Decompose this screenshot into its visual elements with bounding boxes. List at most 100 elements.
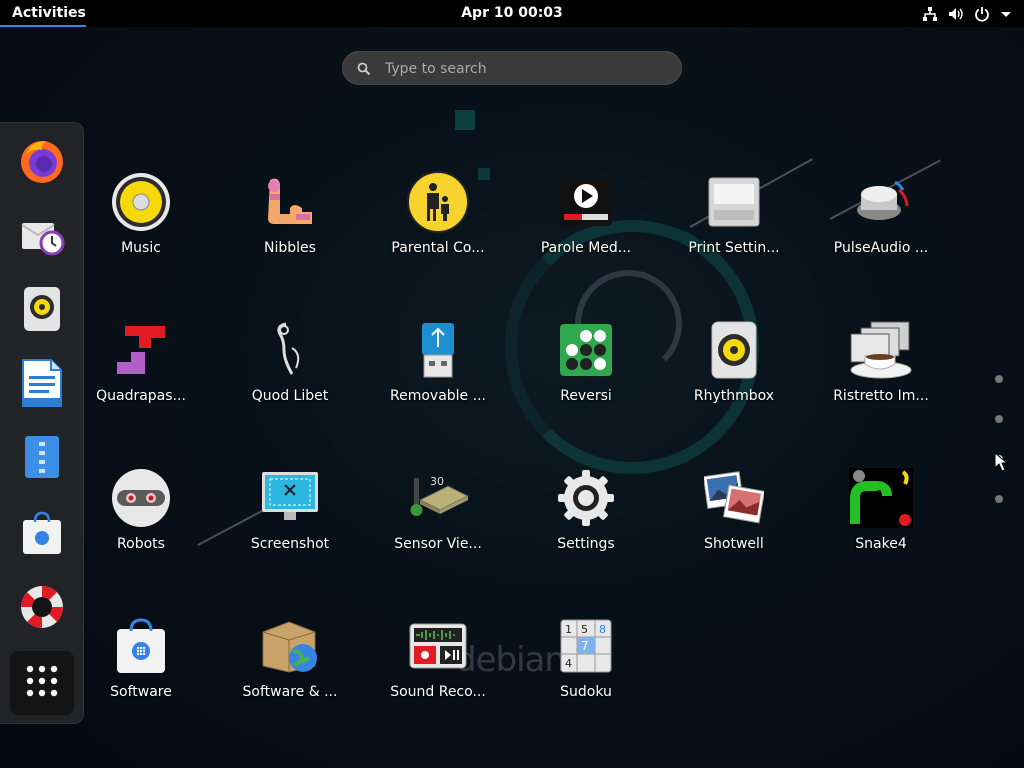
app-label: Music	[121, 240, 161, 256]
volume-icon	[948, 6, 964, 22]
app-sound-recorder[interactable]: Sound Reco...	[368, 614, 508, 744]
nibbles-icon	[258, 170, 322, 234]
dash-item-software[interactable]	[16, 509, 68, 561]
app-label: Rhythmbox	[693, 388, 775, 404]
app-screenshot[interactable]: Screenshot	[220, 466, 360, 596]
app-sensor-viewer[interactable]: 30 Sensor Vie...	[368, 466, 508, 596]
page-indicator-2[interactable]	[995, 415, 1003, 423]
quadrapassel-icon	[109, 318, 173, 382]
dash-item-files[interactable]	[16, 433, 68, 485]
app-label: Quod Libet	[251, 388, 329, 404]
search-input[interactable]	[383, 52, 667, 86]
app-label: Quadrapas...	[96, 388, 186, 404]
activities-button[interactable]: Activities	[0, 0, 86, 27]
svg-text:7: 7	[581, 639, 589, 653]
app-label: Reversi	[560, 388, 612, 404]
screenshot-icon	[258, 466, 322, 530]
app-removable-media[interactable]: Removable ...	[368, 318, 508, 448]
clock[interactable]: Apr 10 00:03	[461, 5, 563, 21]
svg-text:8: 8	[599, 623, 606, 636]
app-reversi[interactable]: Reversi	[516, 318, 656, 448]
search-box[interactable]	[342, 51, 682, 86]
file-manager-icon	[23, 434, 61, 484]
app-nibbles[interactable]: Nibbles	[220, 170, 360, 300]
app-label: Ristretto Im...	[833, 388, 929, 404]
app-robots[interactable]: Robots	[71, 466, 211, 596]
dash-item-writer[interactable]	[16, 359, 68, 411]
robot-icon	[109, 466, 173, 530]
app-label: Sound Reco...	[390, 684, 486, 700]
gear-icon	[554, 466, 618, 530]
app-label: Parental Co...	[391, 240, 485, 256]
parental-controls-icon	[406, 170, 470, 234]
wallpaper-square	[455, 110, 475, 130]
dash-item-firefox[interactable]	[16, 137, 68, 189]
app-software-sources[interactable]: Software & ...	[220, 614, 360, 744]
app-label: Snake4	[855, 536, 907, 552]
top-bar: Activities Apr 10 00:03	[0, 0, 1024, 27]
app-label: Settings	[557, 536, 615, 552]
speaker-icon	[702, 318, 766, 382]
app-label: Nibbles	[264, 240, 316, 256]
software-bag-icon	[109, 614, 173, 678]
app-software[interactable]: Software	[71, 614, 211, 744]
dash-item-evolution[interactable]	[16, 209, 68, 261]
photos-icon	[702, 466, 766, 530]
sound-recorder-icon	[406, 614, 470, 678]
network-icon	[922, 6, 938, 22]
usb-drive-icon	[406, 318, 470, 382]
app-settings[interactable]: Settings	[516, 466, 656, 596]
app-ristretto[interactable]: Ristretto Im...	[811, 318, 951, 448]
dash-item-help[interactable]	[16, 583, 68, 635]
power-icon	[974, 6, 990, 22]
show-applications-button[interactable]	[10, 651, 74, 715]
printer-icon	[702, 170, 766, 234]
page-indicator-1[interactable]	[995, 375, 1003, 383]
app-quodlibet[interactable]: Quod Libet	[220, 318, 360, 448]
software-icon	[20, 510, 64, 560]
app-sudoku[interactable]: 15874 Sudoku	[516, 614, 656, 744]
sensor-viewer-icon: 30	[406, 466, 470, 530]
app-rhythmbox[interactable]: Rhythmbox	[664, 318, 804, 448]
dash-item-rhythmbox[interactable]	[16, 285, 68, 337]
mouse-pointer-icon	[994, 451, 1009, 476]
system-menu[interactable]	[922, 0, 1012, 27]
parole-media-icon	[554, 170, 618, 234]
show-applications-icon	[25, 664, 59, 702]
quodlibet-icon	[258, 318, 322, 382]
app-label: PulseAudio ...	[833, 240, 929, 256]
app-music[interactable]: Music	[71, 170, 211, 300]
app-label: Software & ...	[242, 684, 338, 700]
app-label: Sensor Vie...	[394, 536, 482, 552]
firefox-icon	[18, 137, 66, 189]
app-label: Print Settin...	[688, 240, 780, 256]
chevron-down-icon	[1000, 8, 1012, 20]
software-sources-icon	[258, 614, 322, 678]
rhythmbox-icon	[22, 285, 62, 337]
pulseaudio-icon	[849, 170, 913, 234]
app-label: Robots	[117, 536, 165, 552]
help-icon	[18, 583, 66, 635]
app-snake4[interactable]: Snake4	[811, 466, 951, 596]
svg-text:1: 1	[565, 623, 572, 636]
app-parole[interactable]: Parole Med...	[516, 170, 656, 300]
app-label: Software	[110, 684, 172, 700]
snake-icon	[849, 466, 913, 530]
app-parental-controls[interactable]: Parental Co...	[368, 170, 508, 300]
libreoffice-writer-icon	[20, 358, 64, 412]
page-indicator-4[interactable]	[995, 495, 1003, 503]
app-shotwell[interactable]: Shotwell	[664, 466, 804, 596]
app-print-settings[interactable]: Print Settin...	[664, 170, 804, 300]
app-label: Screenshot	[250, 536, 330, 552]
reversi-icon	[554, 318, 618, 382]
app-quadrapassel[interactable]: Quadrapas...	[71, 318, 211, 448]
app-pulseaudio[interactable]: PulseAudio ...	[811, 170, 951, 300]
evolution-icon	[18, 209, 66, 261]
svg-text:30: 30	[430, 475, 444, 488]
search-icon	[357, 61, 371, 80]
sudoku-icon: 15874	[554, 614, 618, 678]
music-icon	[109, 170, 173, 234]
svg-text:5: 5	[581, 623, 588, 636]
app-label: Shotwell	[704, 536, 764, 552]
app-label: Removable ...	[390, 388, 486, 404]
